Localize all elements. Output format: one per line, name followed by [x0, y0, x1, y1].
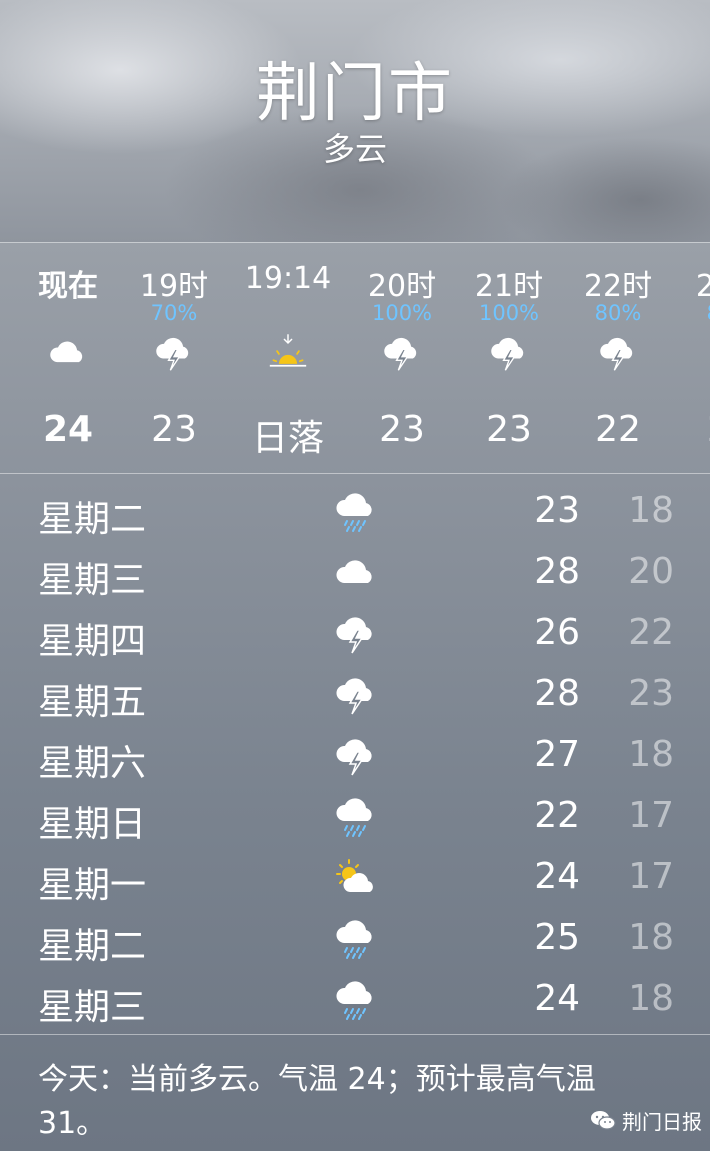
- low-temp: 18: [628, 917, 674, 958]
- city-name: 荆门市: [256, 57, 454, 131]
- high-temp: 28: [534, 551, 580, 592]
- hourly-time: 19时: [139, 269, 209, 304]
- high-temp: 22: [534, 795, 580, 836]
- divider-hourly: [0, 473, 710, 474]
- hourly-time: 20时: [367, 269, 437, 304]
- day-name: 星期三: [38, 560, 147, 601]
- day-name: 星期六: [38, 743, 147, 784]
- hourly-temp: 22: [595, 409, 641, 450]
- daily-row: 星期一 24 17: [0, 848, 710, 909]
- day-name: 星期五: [38, 682, 147, 723]
- low-temp: 18: [628, 490, 674, 531]
- day-name: 星期一: [38, 865, 147, 906]
- hourly-item: 现在 24: [18, 243, 118, 473]
- hourly-temp: 23: [486, 409, 532, 450]
- rain-icon: [332, 978, 380, 1022]
- hourly-precip: 70%: [150, 301, 198, 325]
- thunderstorm-icon: [596, 333, 640, 373]
- day-name: 星期三: [38, 987, 147, 1028]
- high-temp: 25: [534, 917, 580, 958]
- day-name: 星期日: [38, 804, 147, 845]
- sunset-icon: [266, 333, 310, 373]
- low-temp: 18: [628, 978, 674, 1019]
- hourly-precip: 80%: [594, 301, 642, 325]
- hourly-precip: 80%: [680, 301, 710, 325]
- watermark-text: 荆门日报: [622, 1109, 702, 1134]
- low-temp: 23: [628, 673, 674, 714]
- divider-summary: [0, 1034, 710, 1035]
- hourly-item: 19时 70% 23: [124, 243, 224, 473]
- thunderstorm-icon: [332, 673, 380, 717]
- daily-row: 星期三 24 18: [0, 970, 710, 1031]
- thunderstorm-icon: [487, 333, 531, 373]
- hourly-time: 21时: [474, 269, 544, 304]
- cloud-icon: [332, 551, 380, 595]
- hourly-precip: 100%: [478, 301, 540, 325]
- day-name: 星期二: [38, 499, 147, 540]
- hourly-item: 21时 100% 23: [459, 243, 559, 473]
- rain-icon: [332, 917, 380, 961]
- rain-icon: [332, 795, 380, 839]
- high-temp: 27: [534, 734, 580, 775]
- hourly-item: 20时 100% 23: [352, 243, 452, 473]
- daily-row: 星期日 22 17: [0, 787, 710, 848]
- watermark: 荆门日报: [590, 1104, 702, 1136]
- high-temp: 26: [534, 612, 580, 653]
- daily-row: 星期二 23 18: [0, 482, 710, 543]
- daily-row: 星期二 25 18: [0, 909, 710, 970]
- hourly-time: 23时: [695, 269, 710, 304]
- hourly-time: 现在: [38, 269, 98, 304]
- high-temp: 24: [534, 856, 580, 897]
- thunderstorm-icon: [152, 333, 196, 373]
- cloud-icon: [46, 333, 90, 373]
- hourly-temp: 23: [379, 409, 425, 450]
- current-condition: 多云: [322, 130, 387, 168]
- hourly-temp: 23: [151, 409, 197, 450]
- partly-sunny-icon: [332, 856, 380, 900]
- high-temp: 28: [534, 673, 580, 714]
- today-summary: 今天：当前多云。气温 24；预计最高气温 31。: [38, 1062, 596, 1141]
- low-temp: 17: [628, 856, 674, 897]
- daily-row: 星期六 27 18: [0, 726, 710, 787]
- high-temp: 23: [534, 490, 580, 531]
- rain-icon: [332, 490, 380, 534]
- low-temp: 18: [628, 734, 674, 775]
- hourly-item: 23时80% 22: [680, 243, 710, 473]
- low-temp: 17: [628, 795, 674, 836]
- hourly-item: 19:14 日落: [238, 243, 338, 473]
- hourly-time: 22时: [583, 269, 653, 304]
- daily-row: 星期三 28 20: [0, 543, 710, 604]
- daily-row: 星期四 26 22: [0, 604, 710, 665]
- wechat-icon: [591, 1111, 616, 1130]
- thunderstorm-icon: [332, 612, 380, 656]
- hourly-forecast-strip[interactable]: 现在 24 19时 70% 23 19:14 日落 20时 100% 23 21时 100% 23 22时…: [0, 243, 710, 473]
- day-name: 星期二: [38, 926, 147, 967]
- hourly-time: 19:14: [244, 261, 332, 296]
- hourly-temp: 24: [42, 409, 94, 450]
- location-header: 荆门市 多云: [0, 0, 710, 242]
- hourly-temp: 22: [680, 409, 710, 450]
- high-temp: 24: [534, 978, 580, 1019]
- hourly-item: 22时 80% 22: [568, 243, 668, 473]
- daily-row: 星期五 28 23: [0, 665, 710, 726]
- hourly-temp: 日落: [251, 418, 324, 459]
- day-name: 星期四: [38, 621, 147, 662]
- low-temp: 20: [628, 551, 674, 592]
- hourly-precip: 100%: [371, 301, 433, 325]
- thunderstorm-icon: [332, 734, 380, 778]
- thunderstorm-icon: [380, 333, 424, 373]
- low-temp: 22: [628, 612, 674, 653]
